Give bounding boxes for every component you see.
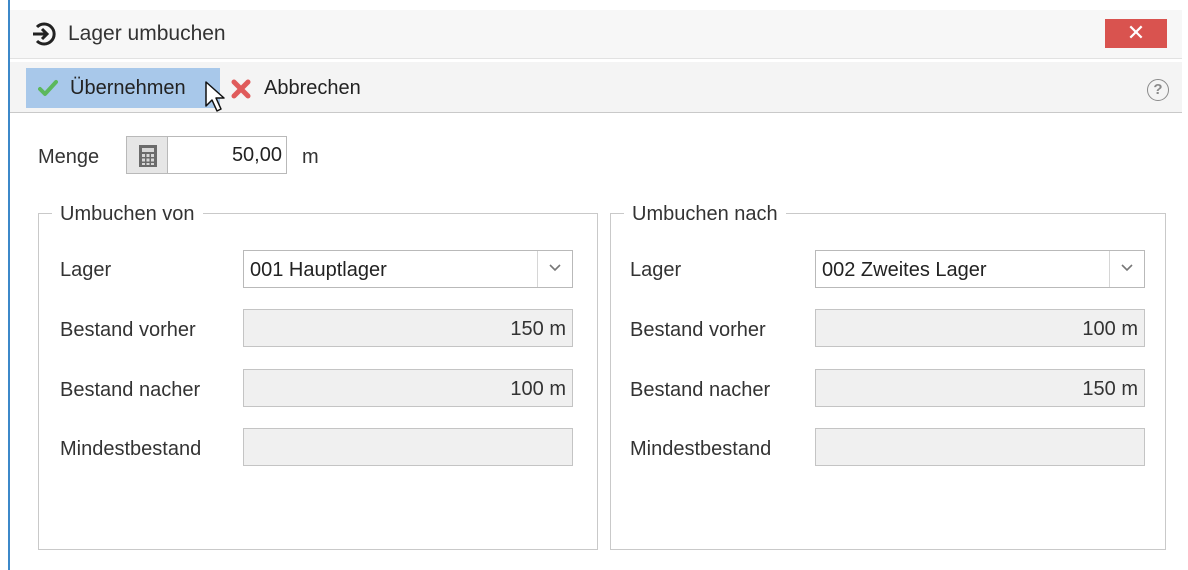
cancel-button-label: Abbrechen [264, 77, 361, 99]
to-bestand-vorher-field: 100 m [815, 309, 1145, 347]
to-mindestbestand-label: Mindestbestand [630, 438, 772, 460]
to-mindestbestand-field [815, 428, 1145, 466]
to-bestand-nacher-value: 150 m [1082, 378, 1138, 400]
to-bestand-vorher-value: 100 m [1082, 318, 1138, 340]
title-bar: Lager umbuchen ✕ [10, 10, 1182, 58]
menge-label: Menge [38, 146, 100, 168]
chevron-down-icon [549, 264, 561, 272]
from-bestand-vorher-field: 150 m [243, 309, 573, 347]
calculator-icon [139, 145, 157, 167]
to-bestand-nacher-field: 150 m [815, 369, 1145, 407]
menge-unit: m [302, 146, 319, 168]
from-lager-select[interactable]: 001 Hauptlager [243, 250, 573, 288]
close-button[interactable]: ✕ [1105, 19, 1167, 48]
from-bestand-nacher-value: 100 m [510, 378, 566, 400]
accept-button[interactable]: Übernehmen [26, 68, 220, 108]
calculator-button[interactable] [126, 136, 168, 174]
to-bestand-nacher-label: Bestand nacher [630, 379, 771, 401]
transfer-arrow-icon [33, 22, 56, 46]
mouse-cursor-icon [205, 81, 225, 112]
group-umbuchen-von-legend: Umbuchen von [52, 202, 203, 226]
toolbar: Übernehmen Abbrechen ? [10, 62, 1182, 113]
to-lager-label: Lager [630, 259, 682, 281]
group-umbuchen-nach-legend: Umbuchen nach [624, 202, 786, 226]
from-bestand-vorher-value: 150 m [510, 318, 566, 340]
from-lager-value: 001 Hauptlager [250, 259, 387, 281]
from-bestand-vorher-label: Bestand vorher [60, 319, 196, 341]
to-lager-select[interactable]: 002 Zweites Lager [815, 250, 1145, 288]
menge-input[interactable] [167, 136, 287, 174]
from-mindestbestand-label: Mindestbestand [60, 438, 202, 460]
title-divider [10, 58, 1182, 59]
to-bestand-vorher-label: Bestand vorher [630, 319, 766, 341]
from-bestand-nacher-label: Bestand nacher [60, 379, 201, 401]
cross-icon [231, 79, 251, 99]
transfer-dialog: Lager umbuchen ✕ Übernehmen Abbrechen ? … [0, 0, 1188, 570]
to-lager-value: 002 Zweites Lager [822, 259, 987, 281]
window-title: Lager umbuchen [68, 22, 226, 45]
check-icon [38, 80, 58, 96]
to-lager-dropdown[interactable] [1109, 251, 1144, 287]
help-icon[interactable]: ? [1147, 79, 1169, 101]
from-bestand-nacher-field: 100 m [243, 369, 573, 407]
from-lager-dropdown[interactable] [537, 251, 572, 287]
accept-button-label: Übernehmen [70, 77, 186, 99]
cancel-button[interactable]: Abbrechen [222, 68, 394, 108]
chevron-down-icon [1121, 264, 1133, 272]
from-mindestbestand-field [243, 428, 573, 466]
from-lager-label: Lager [60, 259, 112, 281]
